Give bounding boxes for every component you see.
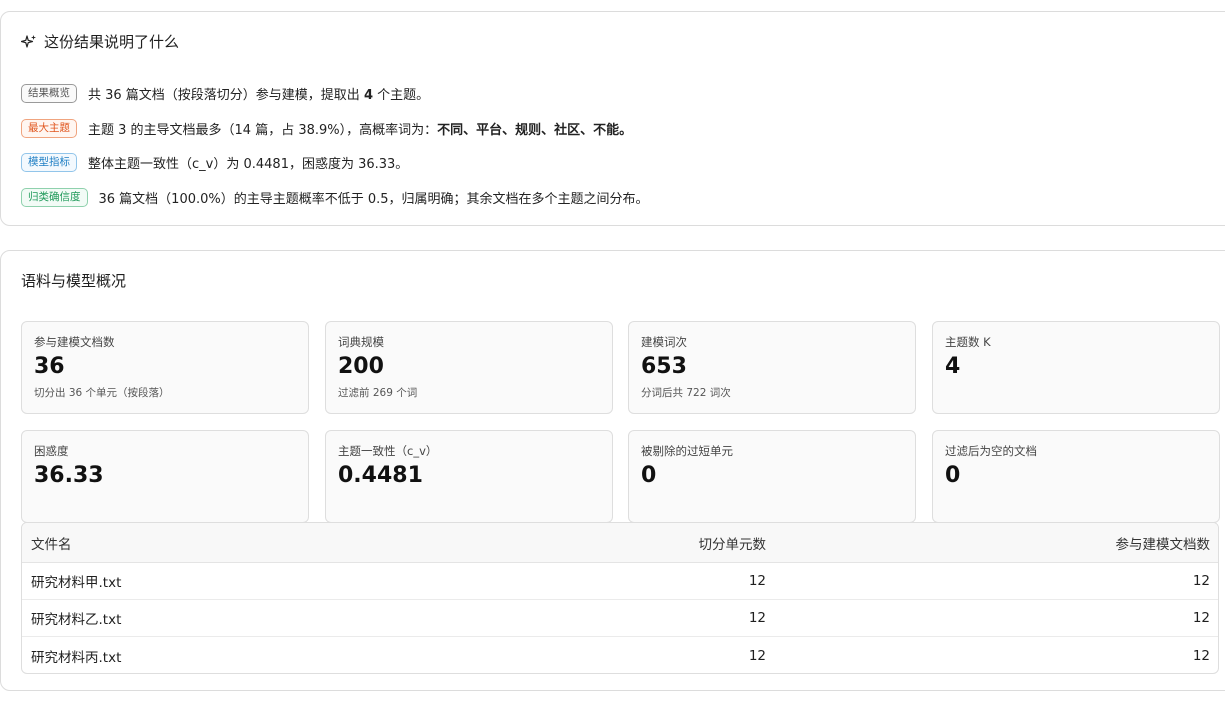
cell-filename: 研究材料丙.txt <box>31 649 122 666</box>
cell-filename: 研究材料甲.txt <box>31 575 122 591</box>
table-row: 研究材料甲.txt 12 12 <box>22 563 1218 600</box>
summary-line-overview: 结果概览 共 36 篇文档（按段落切分）参与建模，提取出 4 个主题。 <box>21 83 429 103</box>
summary-line-model-metrics: 模型指标 整体主题一致性（c_v）为 0.4481，困惑度为 36.33。 <box>21 152 408 172</box>
metric-empty-docs: 过滤后为空的文档 0 <box>932 430 1220 523</box>
summary-line-text: 主题 3 的主导文档最多（14 篇，占 38.9%），高概率词为：不同、平台、规… <box>88 122 633 138</box>
cell-units: 12 <box>748 647 766 664</box>
summary-line-text: 整体主题一致性（c_v）为 0.4481，困惑度为 36.33。 <box>88 156 409 172</box>
metric-token-count: 建模词次 653 分词后共 722 词次 <box>628 321 916 414</box>
metric-topic-k: 主题数 K 4 <box>932 321 1220 414</box>
summary-title: 这份结果说明了什么 <box>21 31 179 52</box>
table-header-row: 文件名 切分单元数 参与建模文档数 <box>22 523 1218 563</box>
cell-filename: 研究材料乙.txt <box>31 612 122 628</box>
badge-model-metrics: 模型指标 <box>21 152 77 172</box>
cell-docs: 12 <box>1192 610 1210 626</box>
cell-units: 12 <box>748 610 766 626</box>
cell-docs: 12 <box>1192 647 1210 664</box>
metric-perplexity: 困惑度 36.33 <box>21 430 309 523</box>
metric-dictionary-size: 词典规模 200 过滤前 269 个词 <box>325 321 613 414</box>
section-title: 语料与模型概况 <box>21 272 127 290</box>
summary-line-text: 36 篇文档（100.0%）的主导主题概率不低于 0.5，归属明确；其余文档在多… <box>98 191 649 207</box>
summary-line-text: 共 36 篇文档（按段落切分）参与建模，提取出 4 个主题。 <box>88 87 430 103</box>
column-header-units[interactable]: 切分单元数 <box>699 533 767 553</box>
column-header-docs[interactable]: 参与建模文档数 <box>1116 533 1211 553</box>
metric-doc-count: 参与建模文档数 36 切分出 36 个单元（按段落） <box>21 321 309 414</box>
cell-units: 12 <box>748 573 766 589</box>
metric-removed-short-units: 被剔除的过短单元 0 <box>628 430 916 523</box>
badge-overview: 结果概览 <box>21 83 77 103</box>
summary-line-confidence: 归类确信度 36 篇文档（100.0%）的主导主题概率不低于 0.5，归属明确；… <box>21 187 649 207</box>
file-table: 文件名 切分单元数 参与建模文档数 研究材料甲.txt 12 12 研究材料乙.… <box>21 522 1219 674</box>
column-header-filename[interactable]: 文件名 <box>31 533 72 553</box>
badge-largest-topic: 最大主题 <box>21 118 77 138</box>
sparkle-icon <box>21 34 36 48</box>
cell-docs: 12 <box>1192 573 1210 589</box>
summary-title-text: 这份结果说明了什么 <box>44 33 180 51</box>
table-row: 研究材料乙.txt 12 12 <box>22 600 1218 637</box>
table-row: 研究材料丙.txt 12 12 <box>22 637 1218 673</box>
summary-card: 这份结果说明了什么 结果概览 共 36 篇文档（按段落切分）参与建模，提取出 4… <box>0 11 1225 226</box>
summary-line-largest-topic: 最大主题 主题 3 的主导文档最多（14 篇，占 38.9%），高概率词为：不同… <box>21 118 632 138</box>
badge-confidence: 归类确信度 <box>21 187 88 207</box>
metric-coherence: 主题一致性（c_v） 0.4481 <box>325 430 613 523</box>
overview-card: 语料与模型概况 参与建模文档数 36 切分出 36 个单元（按段落） 词典规模 … <box>0 250 1225 691</box>
